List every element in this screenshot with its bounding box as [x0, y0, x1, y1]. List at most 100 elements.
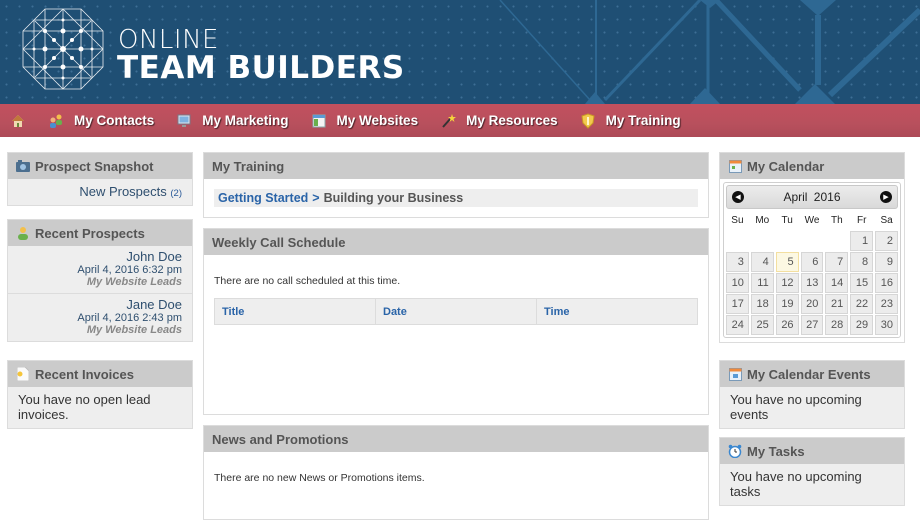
- panel-header: My Training: [204, 153, 708, 179]
- website-icon: [311, 113, 327, 129]
- calendar-day[interactable]: 12: [775, 273, 799, 293]
- panel-title: Recent Invoices: [35, 366, 134, 382]
- prospect-source: My Website Leads: [86, 276, 182, 288]
- nav-my-training[interactable]: My Training: [580, 112, 681, 129]
- prospect-snapshot-panel: Prospect Snapshot New Prospects (2): [7, 152, 193, 206]
- panel-header: My Calendar Events: [720, 361, 904, 387]
- nav-label: My Marketing: [202, 113, 289, 128]
- calendar-empty-cell: [801, 231, 824, 251]
- panel-header: Recent Prospects: [8, 220, 192, 246]
- chevron-left-icon[interactable]: ◀: [732, 191, 744, 203]
- calendar-day[interactable]: 3: [726, 252, 749, 272]
- calendar-icon: [728, 159, 742, 173]
- breadcrumb-getting-started[interactable]: Getting Started: [218, 191, 308, 205]
- calendar-day[interactable]: 23: [875, 294, 898, 314]
- news-promotions-panel: News and Promotions There are no new New…: [203, 425, 709, 520]
- prospect-item[interactable]: Jane Doe April 4, 2016 2:43 pm My Websit…: [8, 294, 192, 341]
- prospect-item[interactable]: John Doe April 4, 2016 6:32 pm My Websit…: [8, 246, 192, 294]
- calendar-weekday: Fr: [856, 215, 867, 226]
- calendar-day[interactable]: 15: [850, 273, 874, 293]
- column-time[interactable]: Time: [537, 299, 697, 324]
- panel-title: My Tasks: [747, 443, 805, 459]
- chevron-right-icon[interactable]: ▶: [879, 191, 892, 203]
- calendar-day[interactable]: 27: [800, 315, 824, 335]
- calendar-empty-cell: [776, 231, 799, 251]
- calendar-day[interactable]: 20: [800, 294, 824, 314]
- panel-header: Weekly Call Schedule: [204, 229, 708, 255]
- calendar-day[interactable]: 4: [750, 252, 774, 272]
- calendar-month: April 2016: [783, 190, 841, 204]
- calendar-day[interactable]: 14: [825, 273, 849, 293]
- calendar-day-today[interactable]: 5: [775, 252, 799, 272]
- calendar-day[interactable]: 2: [875, 231, 898, 251]
- calendar-weekday: We: [804, 215, 820, 226]
- calendar-day[interactable]: 6: [800, 252, 824, 272]
- nav-my-resources[interactable]: My Resources: [440, 113, 558, 129]
- calendar-day[interactable]: 8: [850, 252, 874, 272]
- calendar-day[interactable]: 24: [726, 315, 749, 335]
- calendar-day[interactable]: 25: [750, 315, 774, 335]
- shield-icon: [580, 112, 596, 129]
- panel-header: My Calendar: [720, 153, 904, 179]
- calendar-day[interactable]: 13: [800, 273, 824, 293]
- my-tasks-panel: My Tasks You have no upcoming tasks: [719, 437, 905, 506]
- header-banner: ONLINE TEAM BUILDERS: [0, 0, 920, 104]
- prospect-name: Jane Doe: [126, 297, 182, 312]
- calendar-day[interactable]: 29: [850, 315, 874, 335]
- my-training-panel: My Training Getting Started > Building y…: [203, 152, 709, 218]
- home-icon[interactable]: [10, 113, 26, 129]
- nav-label: My Resources: [466, 113, 558, 128]
- alarm-clock-icon: [728, 444, 742, 458]
- weekly-call-schedule-panel: Weekly Call Schedule There are no call s…: [203, 228, 709, 415]
- calendar-day[interactable]: 30: [875, 315, 898, 335]
- nav-label: My Training: [605, 113, 681, 128]
- calendar-day[interactable]: 17: [726, 294, 749, 314]
- recent-invoices-panel: Recent Invoices You have no open lead in…: [7, 360, 193, 429]
- person-icon: [16, 226, 30, 240]
- calendar-day[interactable]: 28: [825, 315, 849, 335]
- magic-wand-icon: [440, 113, 457, 129]
- calendar-day[interactable]: 18: [750, 294, 774, 314]
- new-prospects-link[interactable]: New Prospects (2): [8, 179, 192, 205]
- calendar-empty-cell: [726, 231, 749, 251]
- calendar-day[interactable]: 7: [825, 252, 849, 272]
- calendar-empty-cell: [825, 231, 848, 251]
- my-calendar-panel: My Calendar ◀ April 2016 ▶ Su Mo Tu We Th Fr S…: [719, 152, 905, 343]
- calendar-day[interactable]: 10: [726, 273, 749, 293]
- calendar-day[interactable]: 21: [825, 294, 849, 314]
- camera-icon: [16, 159, 30, 173]
- nav-my-marketing[interactable]: My Marketing: [176, 113, 289, 129]
- nav-my-contacts[interactable]: My Contacts: [48, 113, 154, 129]
- invoice-icon: [16, 367, 30, 381]
- panel-header: Prospect Snapshot: [8, 153, 192, 179]
- panel-header: My Tasks: [720, 438, 904, 464]
- calendar-day[interactable]: 26: [775, 315, 799, 335]
- panel-title: My Calendar Events: [747, 366, 871, 382]
- panel-title: My Calendar: [747, 158, 825, 174]
- calendar-day[interactable]: 9: [875, 252, 898, 272]
- calendar-day[interactable]: 1: [850, 231, 874, 251]
- calendar-day[interactable]: 19: [775, 294, 799, 314]
- monitor-icon: [176, 113, 192, 129]
- calendar-day[interactable]: 16: [875, 273, 898, 293]
- column-title[interactable]: Title: [215, 299, 376, 324]
- calendar-events-panel: My Calendar Events You have no upcoming …: [719, 360, 905, 429]
- panel-title: My Training: [212, 158, 285, 174]
- new-prospects-count: (2): [170, 188, 182, 199]
- prospect-date: April 4, 2016 2:43 pm: [77, 312, 182, 324]
- invoices-message: You have no open lead invoices.: [8, 387, 192, 428]
- calendar-empty-cell: [751, 231, 774, 251]
- prospect-name: John Doe: [126, 249, 182, 264]
- panel-header: News and Promotions: [204, 426, 708, 452]
- column-date[interactable]: Date: [376, 299, 537, 324]
- calendar-day[interactable]: 11: [750, 273, 774, 293]
- tasks-message: You have no upcoming tasks: [720, 464, 904, 505]
- nav-my-websites[interactable]: My Websites: [311, 113, 419, 129]
- panel-title: Weekly Call Schedule: [212, 234, 346, 250]
- panel-header: Recent Invoices: [8, 361, 192, 387]
- calendar-events-icon: [728, 367, 742, 381]
- nav-label: My Websites: [336, 113, 419, 128]
- events-message: You have no upcoming events: [720, 387, 904, 428]
- calendar-day[interactable]: 22: [850, 294, 874, 314]
- prospect-date: April 4, 2016 6:32 pm: [77, 264, 182, 276]
